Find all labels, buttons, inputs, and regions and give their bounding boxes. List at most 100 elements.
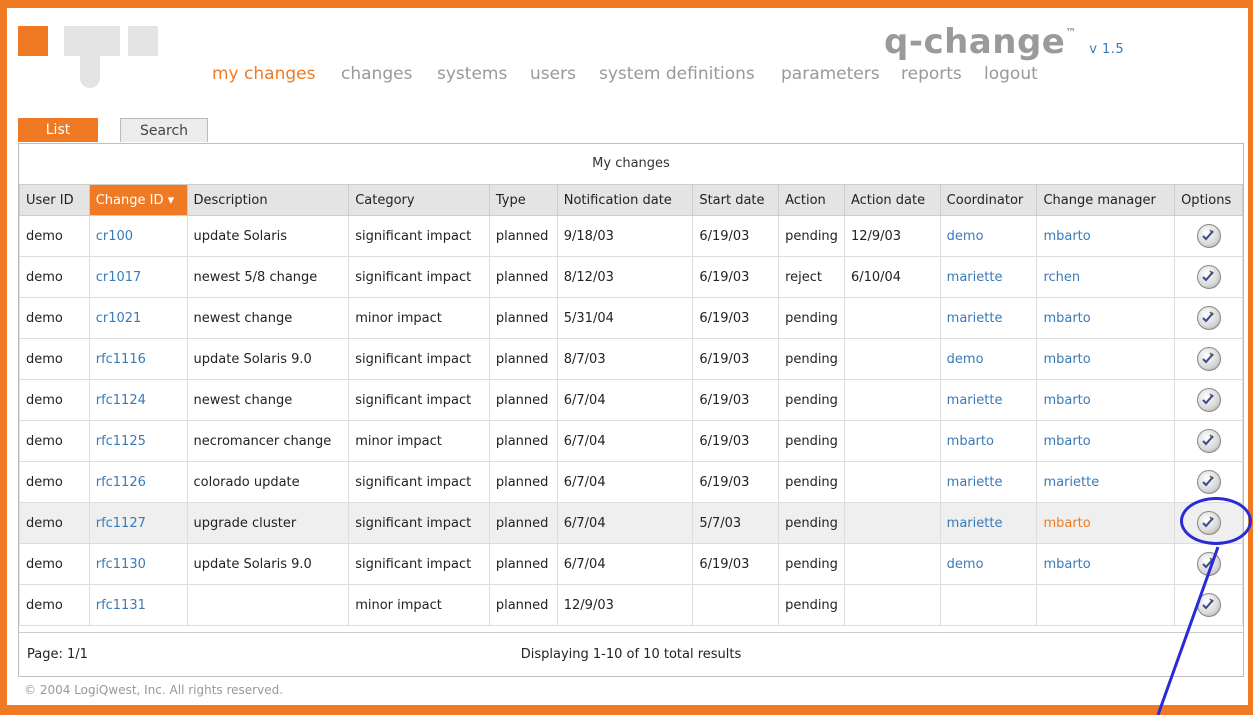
options-edit-icon[interactable]	[1196, 511, 1221, 535]
change-id-cell[interactable]: rfc1131	[88, 584, 188, 626]
change-id-cell[interactable]: rfc1116	[88, 338, 188, 380]
col-user-id-header[interactable]: User ID	[19, 184, 90, 216]
action-date-cell	[843, 502, 941, 544]
description-cell: newest change	[186, 379, 350, 421]
start-date-cell: 6/19/03	[692, 338, 780, 380]
options-edit-icon[interactable]	[1196, 593, 1221, 617]
change-id-cell[interactable]: rfc1127	[88, 502, 188, 544]
change-manager-cell[interactable]: rchen	[1036, 256, 1176, 298]
nav-logout[interactable]: logout	[984, 64, 1038, 84]
options-cell	[1174, 338, 1243, 380]
type-cell: planned	[488, 543, 558, 585]
change-id-cell[interactable]: rfc1125	[88, 420, 188, 462]
change-manager-cell[interactable]: mbarto	[1036, 215, 1176, 257]
col-coordinator-header[interactable]: Coordinator	[939, 184, 1038, 216]
col-change-id-header[interactable]: Change ID ▾	[88, 184, 188, 216]
change-manager-cell[interactable]: mbarto	[1036, 502, 1176, 544]
start-date-cell	[692, 584, 780, 626]
options-edit-icon[interactable]	[1196, 265, 1221, 289]
table-row: demo cr1021 newest change minor impact plann…	[19, 297, 1243, 339]
coordinator-cell[interactable]: mariette	[939, 502, 1038, 544]
col-change-manager-header[interactable]: Change manager	[1036, 184, 1176, 216]
nav-system-definitions[interactable]: system definitions	[599, 64, 755, 84]
options-cell	[1174, 379, 1243, 421]
change-id-cell[interactable]: rfc1124	[88, 379, 188, 421]
notification-date-cell: 6/7/04	[556, 461, 694, 503]
col-start-date-header[interactable]: Start date	[692, 184, 780, 216]
change-manager-cell[interactable]: mbarto	[1036, 379, 1176, 421]
table-row: demo rfc1124 newest change significant impa…	[19, 379, 1243, 421]
brand-name: q-change	[884, 22, 1066, 62]
options-edit-icon[interactable]	[1196, 429, 1221, 453]
col-type-header[interactable]: Type	[488, 184, 558, 216]
description-cell: newest 5/8 change	[186, 256, 350, 298]
coordinator-cell[interactable]: demo	[939, 543, 1038, 585]
footer-bar	[0, 705, 1253, 715]
change-id-cell[interactable]: rfc1126	[88, 461, 188, 503]
col-options-header[interactable]: Options	[1174, 184, 1243, 216]
changes-panel: My changes User ID Change ID ▾ Description…	[18, 143, 1244, 677]
start-date-cell: 5/7/03	[692, 502, 780, 544]
coordinator-cell[interactable]: mariette	[939, 379, 1038, 421]
options-cell	[1174, 297, 1243, 339]
category-cell: minor impact	[348, 420, 490, 462]
user-id-cell: demo	[19, 215, 90, 257]
change-id-cell[interactable]: cr1017	[88, 256, 188, 298]
options-edit-icon[interactable]	[1196, 306, 1221, 330]
nav-systems[interactable]: systems	[437, 64, 507, 84]
options-edit-icon[interactable]	[1196, 552, 1221, 576]
notification-date-cell: 8/12/03	[556, 256, 694, 298]
user-id-cell: demo	[19, 297, 90, 339]
description-cell: upgrade cluster	[186, 502, 350, 544]
coordinator-cell[interactable]: demo	[939, 338, 1038, 380]
description-cell: colorado update	[186, 461, 350, 503]
col-action-date-header[interactable]: Action date	[843, 184, 941, 216]
coordinator-cell[interactable]: mariette	[939, 461, 1038, 503]
change-id-cell[interactable]: cr1021	[88, 297, 188, 339]
user-id-cell: demo	[19, 338, 90, 380]
coordinator-cell[interactable]: mbarto	[939, 420, 1038, 462]
options-cell	[1174, 584, 1243, 626]
table-row: demo rfc1125 necromancer change minor impac…	[19, 420, 1243, 462]
type-cell: planned	[488, 420, 558, 462]
user-id-cell: demo	[19, 461, 90, 503]
type-cell: planned	[488, 338, 558, 380]
options-edit-icon[interactable]	[1196, 388, 1221, 412]
change-manager-cell[interactable]: mariette	[1036, 461, 1176, 503]
nav-users[interactable]: users	[530, 64, 576, 84]
change-manager-cell[interactable]: mbarto	[1036, 543, 1176, 585]
col-action-header[interactable]: Action	[778, 184, 845, 216]
col-notification-date-header[interactable]: Notification date	[556, 184, 694, 216]
action-cell: reject	[778, 256, 845, 298]
tab-search[interactable]: Search	[120, 118, 208, 142]
col-description-header[interactable]: Description	[186, 184, 350, 216]
coordinator-cell[interactable]: mariette	[939, 297, 1038, 339]
options-edit-icon[interactable]	[1196, 347, 1221, 371]
category-cell: minor impact	[348, 584, 490, 626]
tab-list[interactable]: List	[18, 118, 98, 142]
col-category-header[interactable]: Category	[348, 184, 490, 216]
change-manager-cell[interactable]: mbarto	[1036, 297, 1176, 339]
nav-parameters[interactable]: parameters	[781, 64, 880, 84]
description-cell: update Solaris 9.0	[186, 338, 350, 380]
change-id-cell[interactable]: cr100	[88, 215, 188, 257]
nav-my-changes[interactable]: my changes	[212, 64, 315, 84]
options-edit-icon[interactable]	[1196, 224, 1221, 248]
nav-changes[interactable]: changes	[341, 64, 412, 84]
coordinator-cell[interactable]: mariette	[939, 256, 1038, 298]
brand-version: v 1.5	[1089, 42, 1125, 57]
coordinator-cell[interactable]: demo	[939, 215, 1038, 257]
user-id-cell: demo	[19, 379, 90, 421]
change-manager-cell[interactable]: mbarto	[1036, 420, 1176, 462]
description-cell: update Solaris 9.0	[186, 543, 350, 585]
change-id-cell[interactable]: rfc1130	[88, 543, 188, 585]
table-row: demo cr100 update Solaris significant impac…	[19, 215, 1243, 257]
category-cell: minor impact	[348, 297, 490, 339]
results-summary: Displaying 1-10 of 10 total results	[520, 647, 742, 662]
nav-reports[interactable]: reports	[901, 64, 962, 84]
table-row: demo rfc1126 colorado update significant im…	[19, 461, 1243, 503]
options-edit-icon[interactable]	[1196, 470, 1221, 494]
type-cell: planned	[488, 215, 558, 257]
change-manager-cell[interactable]: mbarto	[1036, 338, 1176, 380]
notification-date-cell: 12/9/03	[556, 584, 694, 626]
